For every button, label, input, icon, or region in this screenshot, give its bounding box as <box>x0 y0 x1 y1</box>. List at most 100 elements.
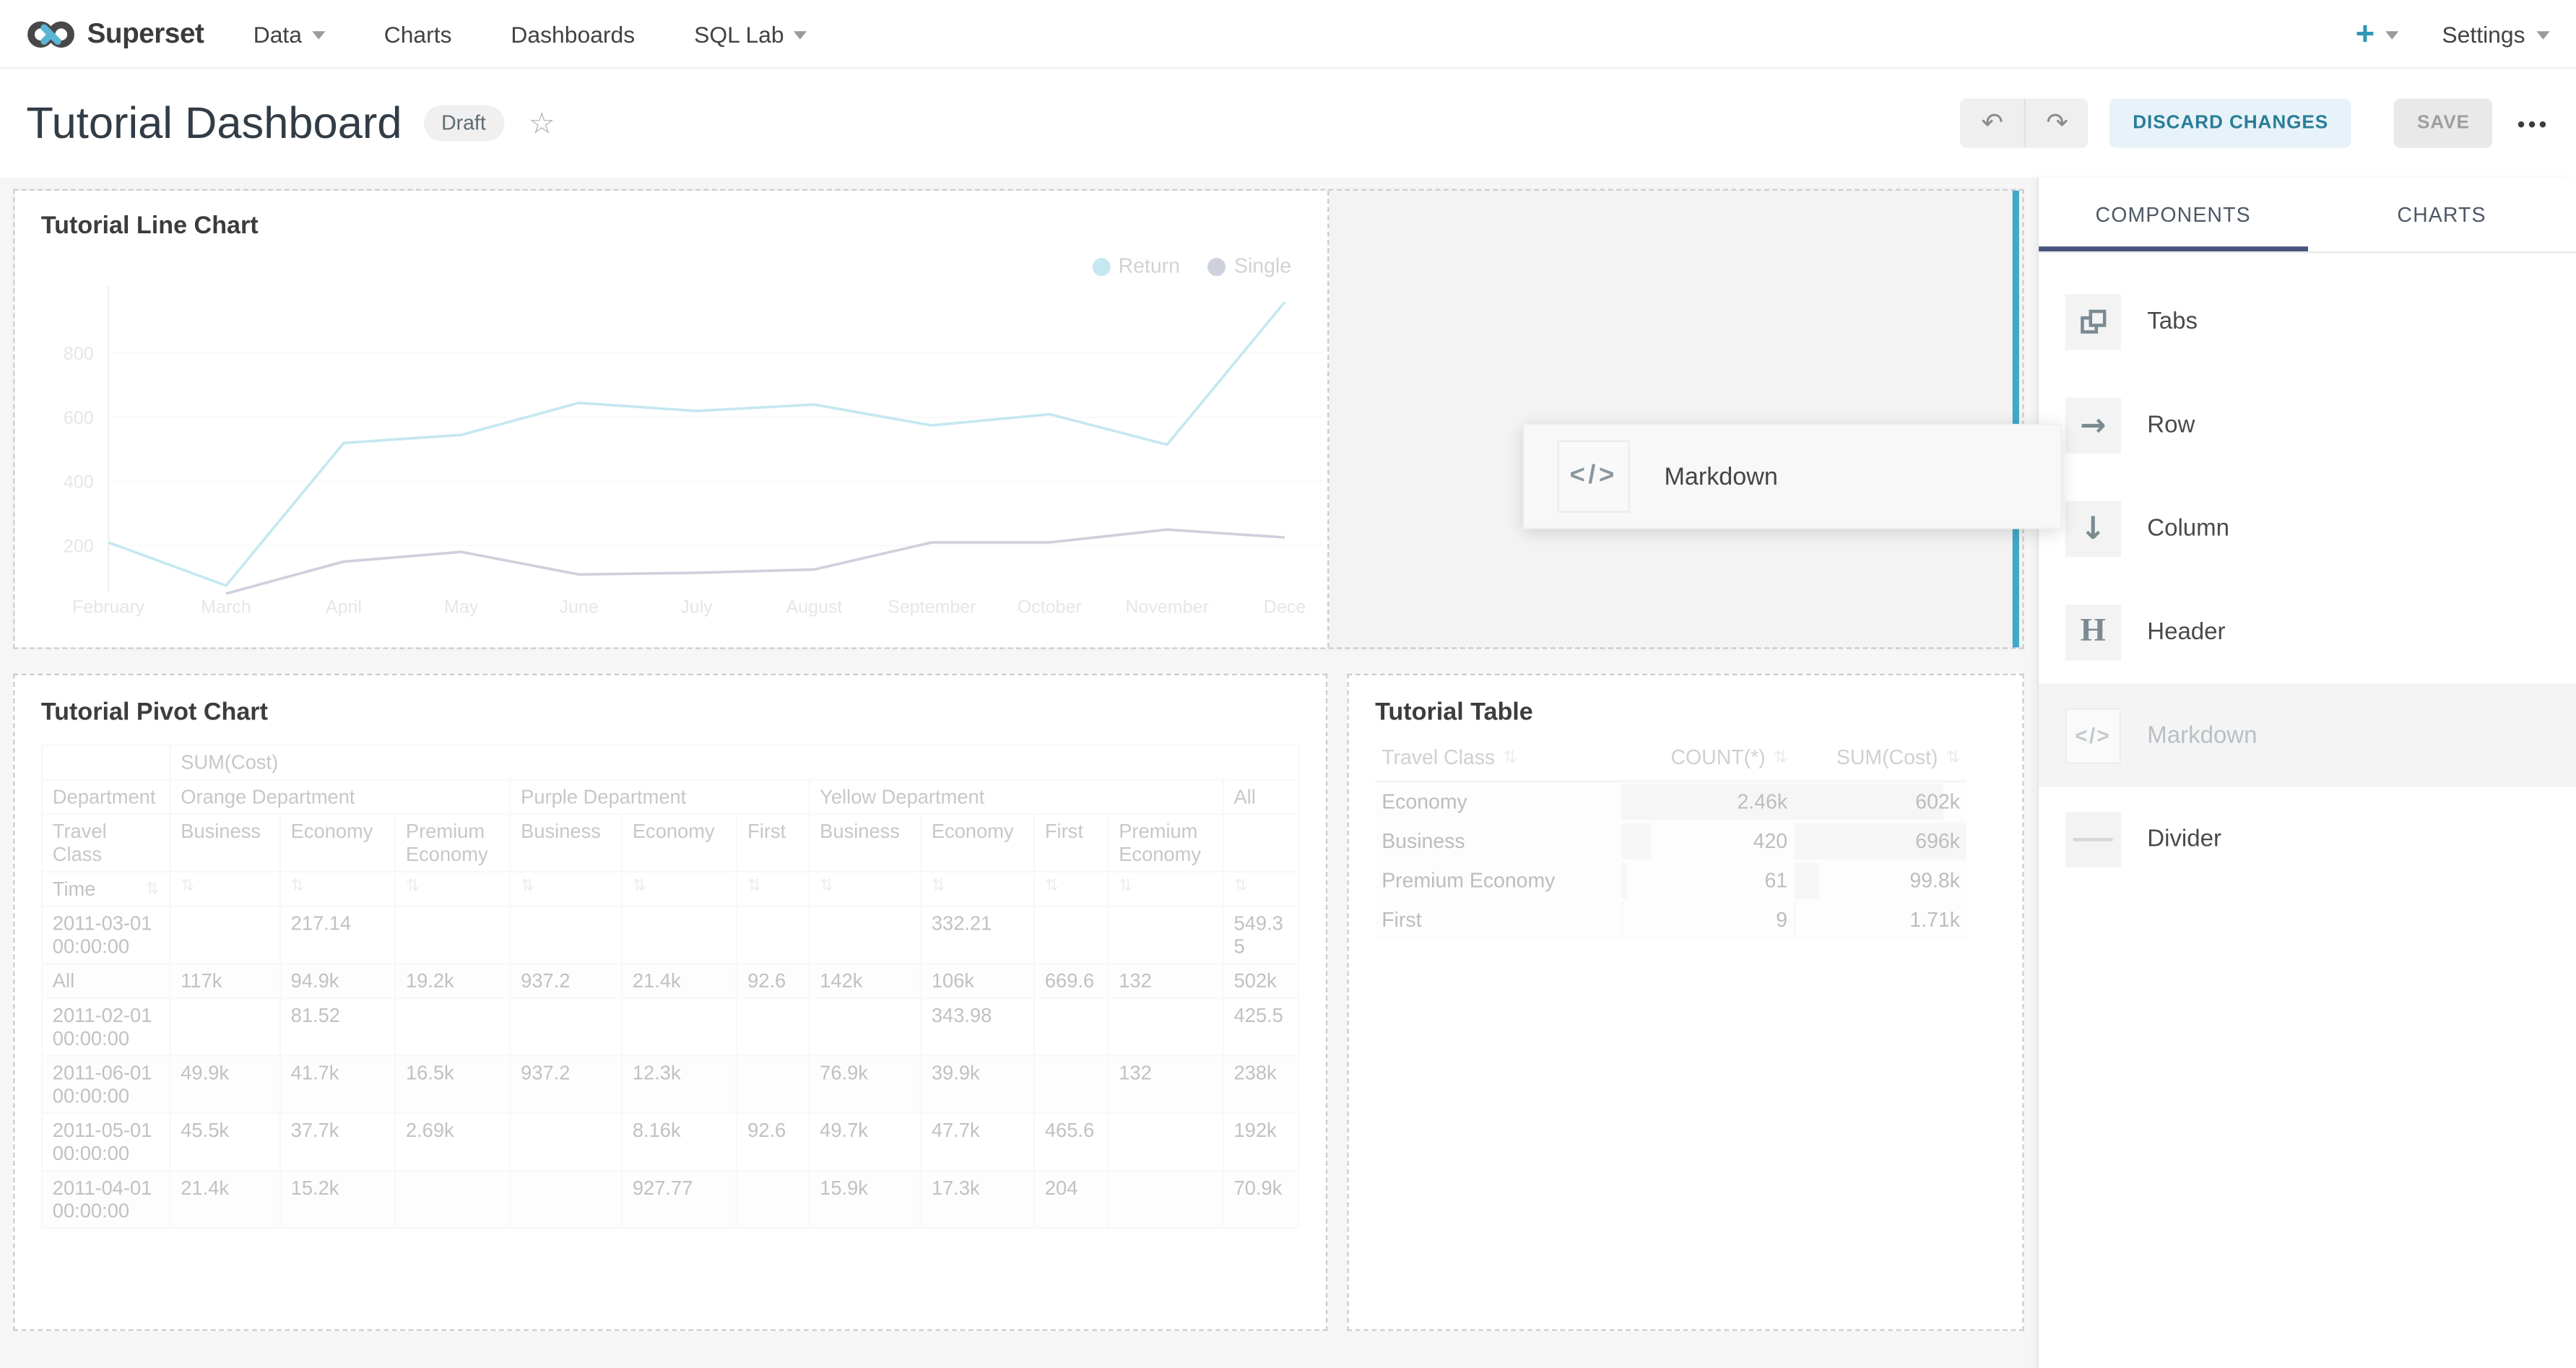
empty-drop-area[interactable] <box>1329 191 2022 647</box>
pivot-row-label: 2011-04-01 00:00:00 <box>42 1171 170 1229</box>
sidebar-item-tabs[interactable]: Tabs <box>2039 269 2576 373</box>
sort-icon[interactable]: ⇅ <box>395 872 510 906</box>
pivot-sort-time[interactable]: Time⇅ <box>42 872 170 906</box>
table-row: Premium Economy6199.8k <box>1375 861 1966 901</box>
sort-icon[interactable]: ⇅ <box>1223 872 1299 906</box>
sort-icon[interactable]: ⇅ <box>146 880 160 898</box>
sort-icon[interactable]: ⇅ <box>921 872 1034 906</box>
drag-ghost-markdown[interactable]: </> Markdown <box>1523 424 2062 529</box>
tab-components[interactable]: COMPONENTS <box>2039 178 2307 251</box>
sort-icon[interactable]: ⇅ <box>1946 748 1960 766</box>
pivot-cell <box>1108 998 1223 1056</box>
pivot-row-label: 2011-03-01 00:00:00 <box>42 906 170 964</box>
header-actions: ↶ ↷ DISCARD CHANGES SAVE ••• <box>1960 98 2549 147</box>
pivot-cell: 937.2 <box>510 964 622 998</box>
pivot-cell: 45.5k <box>170 1113 279 1171</box>
pivot-column-header: Business <box>510 814 622 872</box>
sidebar-tabs: COMPONENTSCHARTS <box>2039 178 2576 254</box>
plus-icon[interactable]: + <box>2356 17 2375 50</box>
column-header-count-[interactable]: COUNT(*)⇅ <box>1621 743 1794 781</box>
sort-icon[interactable]: ⇅ <box>1504 748 1517 766</box>
superset-app: Superset Data Charts Dashboards SQL Lab + S… <box>0 0 2576 1368</box>
pivot-column-header: Economy <box>280 814 395 872</box>
sidebar-item-header[interactable]: H Header <box>2039 580 2576 683</box>
redo-button[interactable]: ↷ <box>2024 98 2089 147</box>
pivot-cell: 132 <box>1108 964 1223 998</box>
sidebar-item-label: Column <box>2147 515 2229 541</box>
tab-charts[interactable]: CHARTS <box>2307 178 2576 251</box>
pivot-cell: 217.14 <box>280 906 395 964</box>
pivot-cell: 927.77 <box>622 1171 737 1229</box>
sort-icon[interactable]: ⇅ <box>1774 748 1787 766</box>
legend-item-single[interactable]: Single <box>1208 255 1291 278</box>
column-header-label: Travel Class <box>1382 746 1495 769</box>
value-cell: 602k <box>1794 782 1966 822</box>
pivot-column-header: Economy <box>921 814 1034 872</box>
column-header-travel-class[interactable]: Travel Class ⇅ <box>1375 743 1621 781</box>
save-button[interactable]: SAVE <box>2394 98 2493 147</box>
sort-icon[interactable]: ⇅ <box>737 872 809 906</box>
superset-logo[interactable]: Superset <box>26 17 204 50</box>
pivot-cell: 142k <box>809 964 921 998</box>
sidebar-item-label: Markdown <box>2147 722 2257 748</box>
discard-changes-button[interactable]: DISCARD CHANGES <box>2109 98 2351 147</box>
pivot-cell <box>1034 1056 1108 1114</box>
sort-icon[interactable]: ⇅ <box>1034 872 1108 906</box>
svg-text:February: February <box>72 597 145 618</box>
settings-menu[interactable]: Settings <box>2442 20 2549 46</box>
sidebar-item-label: Header <box>2147 618 2225 644</box>
sidebar-item-markdown[interactable]: </>Markdown <box>2039 683 2576 787</box>
svg-text:September: September <box>888 597 976 618</box>
pivot-cell <box>170 906 279 964</box>
navbar-right: + Settings <box>2356 17 2550 50</box>
infinity-logo-icon <box>26 17 75 50</box>
header-icon: H <box>2065 604 2121 659</box>
column-header-sum-cost-[interactable]: SUM(Cost)⇅ <box>1794 743 1966 781</box>
value-cell: 1.71k <box>1794 901 1966 940</box>
sidebar-item-label: Tabs <box>2147 308 2198 334</box>
brand-name: Superset <box>87 17 204 50</box>
pivot-group-header: Department <box>42 779 170 814</box>
table-row: First91.71k <box>1375 901 1966 940</box>
pivot-cell: 669.6 <box>1034 964 1108 998</box>
svg-text:October: October <box>1018 597 1082 618</box>
page-title: Tutorial Dashboard <box>26 98 402 149</box>
svg-text:November: November <box>1125 597 1208 618</box>
pivot-group-header: All <box>1223 779 1299 814</box>
nav-item-charts[interactable]: Charts <box>384 20 452 46</box>
column-arrow-icon: ↓ <box>2065 501 2121 556</box>
pivot-cell: 132 <box>1108 1056 1223 1114</box>
sidebar-item-column[interactable]: ↓ Column <box>2039 477 2576 580</box>
sidebar-item-divider[interactable]: Divider <box>2039 787 2576 891</box>
pivot-row: 2011-06-01 00:00:0049.9k41.7k16.5k937.21… <box>42 1056 1299 1114</box>
line-chart-card[interactable]: Tutorial Line Chart ReturnSingle 2004006… <box>14 191 1329 647</box>
sort-icon[interactable]: ⇅ <box>280 872 395 906</box>
pivot-column-header <box>1223 814 1299 872</box>
sort-icon[interactable]: ⇅ <box>170 872 279 906</box>
sort-icon[interactable]: ⇅ <box>1108 872 1223 906</box>
pivot-table: SUM(Cost)DepartmentOrange DepartmentPurp… <box>41 745 1300 1229</box>
nav-item-data[interactable]: Data <box>253 20 325 46</box>
value-cell: 2.46k <box>1621 782 1794 822</box>
table-chart-card[interactable]: Tutorial Table Travel Class⇅COUNT(*)⇅SUM… <box>1347 674 2024 1331</box>
pivot-cell <box>395 906 510 964</box>
pivot-cell: 502k <box>1223 964 1299 998</box>
new-item-dropdown[interactable]: + <box>2356 17 2400 50</box>
nav-item-dashboards[interactable]: Dashboards <box>511 20 635 46</box>
chevron-down-icon <box>2536 31 2549 39</box>
pivot-cell: 465.6 <box>1034 1113 1108 1171</box>
sidebar-item-row[interactable]: →Row <box>2039 373 2576 476</box>
more-options-icon[interactable]: ••• <box>2518 111 2550 136</box>
sort-icon[interactable]: ⇅ <box>510 872 622 906</box>
pivot-chart-card[interactable]: Tutorial Pivot Chart SUM(Cost)Department… <box>13 674 1327 1331</box>
pivot-cell: 81.52 <box>280 998 395 1056</box>
undo-button[interactable]: ↶ <box>1960 98 2024 147</box>
sort-icon[interactable]: ⇅ <box>809 872 921 906</box>
sort-icon[interactable]: ⇅ <box>622 872 737 906</box>
value-bar <box>1621 902 1622 938</box>
favorite-star-icon[interactable]: ☆ <box>529 106 555 141</box>
nav-item-sql-lab[interactable]: SQL Lab <box>694 20 807 46</box>
markdown-icon: </> <box>1558 441 1630 513</box>
pivot-column-header: First <box>737 814 809 872</box>
legend-item-return[interactable]: Return <box>1092 255 1180 278</box>
